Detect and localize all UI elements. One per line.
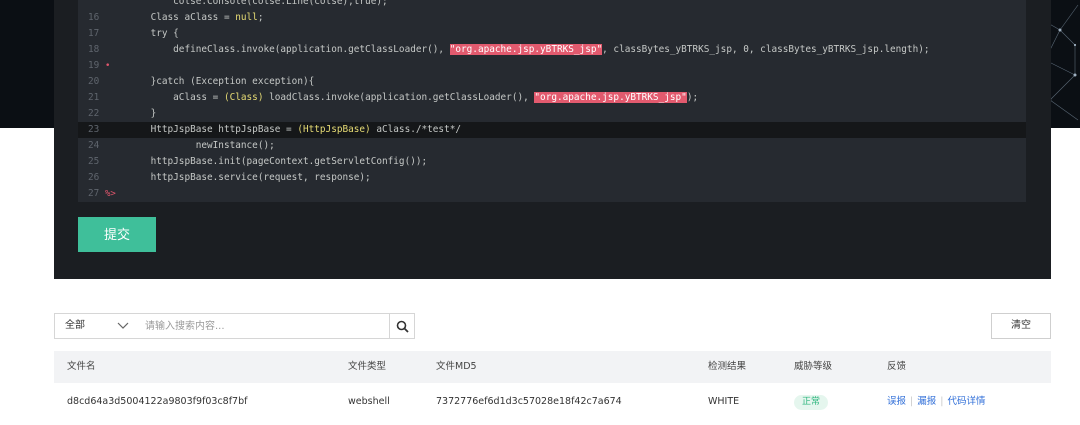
code-token: (Class)	[223, 92, 264, 103]
submit-button[interactable]: 提交	[78, 217, 156, 252]
string-highlight: "org.apache.jsp.yBTRKS_jsp"	[534, 92, 687, 103]
code-token: ;	[257, 12, 264, 23]
code-token: );	[686, 92, 699, 103]
code-line[interactable]: 25 httpJspBase.init(pageContext.getServl…	[78, 154, 1026, 170]
code-text: httpJspBase.service(request, response);	[128, 170, 371, 186]
column-threat-level: 威胁等级	[794, 361, 833, 372]
table-row: d8cd64a3d5004122a9803f9f03c8f7bf webshel…	[54, 386, 1051, 418]
code-editor[interactable]: colse.Console(colse.Line(colse),true); 16…	[78, 0, 1026, 202]
type-select[interactable]: 全部	[55, 314, 135, 338]
code-token: colse.Console(colse.Line(colse),true);	[128, 0, 388, 7]
type-select-value: 全部	[65, 320, 85, 331]
search-button[interactable]	[389, 314, 414, 338]
code-line[interactable]: 16 Class aClass = null;	[78, 10, 1026, 26]
line-number: 26	[88, 172, 100, 183]
column-feedback: 反馈	[887, 361, 907, 372]
code-text: httpJspBase.init(pageContext.getServletC…	[128, 154, 428, 170]
line-number: 23	[88, 124, 100, 135]
false-positive-link[interactable]: 误报	[887, 396, 906, 407]
line-number: 24	[88, 140, 100, 151]
code-line[interactable]: 27 %>	[78, 186, 1026, 202]
code-line[interactable]: 19 •	[78, 58, 1026, 74]
code-token: aClass =	[128, 92, 224, 103]
code-token: httpJspBase.init(pageContext.getServletC…	[128, 156, 428, 167]
line-number: 16	[88, 12, 100, 23]
line-number: 22	[88, 108, 100, 119]
code-token: HttpJspBase httpJspBase =	[128, 124, 298, 135]
code-text: try {	[128, 26, 179, 42]
code-text: defineClass.invoke(application.getClassL…	[128, 42, 930, 58]
code-line[interactable]: 17 try {	[78, 26, 1026, 42]
search-icon	[396, 320, 409, 333]
code-line[interactable]: 21 aClass = (Class) loadClass.invoke(app…	[78, 90, 1026, 106]
line-number: 25	[88, 156, 100, 167]
cell-file-type: webshell	[348, 396, 390, 407]
code-token: Class aClass =	[128, 12, 236, 23]
line-marker: %>	[105, 189, 116, 199]
code-token: newInstance();	[128, 140, 275, 151]
code-line[interactable]: 23 HttpJspBase httpJspBase = (HttpJspBas…	[78, 122, 1026, 138]
editor-panel: colse.Console(colse.Line(colse),true); 16…	[54, 0, 1051, 279]
code-token: , classBytes_yBTRKS_jsp, 0, classBytes_y…	[602, 44, 930, 55]
code-line[interactable]: 18 defineClass.invoke(application.getCla…	[78, 42, 1026, 58]
code-line[interactable]: 24 newInstance();	[78, 138, 1026, 154]
line-number: 21	[88, 92, 100, 103]
status-badge: 正常	[794, 395, 829, 410]
code-line[interactable]: 26 httpJspBase.service(request, response…	[78, 170, 1026, 186]
code-text: HttpJspBase httpJspBase = (HttpJspBase) …	[128, 122, 461, 138]
code-token: }catch (Exception exception){	[128, 76, 315, 87]
divider: |	[910, 396, 914, 407]
code-text: aClass = (Class) loadClass.invoke(applic…	[128, 90, 698, 106]
line-marker: •	[105, 61, 111, 71]
line-number: 19	[88, 60, 100, 71]
column-file-type: 文件类型	[348, 361, 387, 372]
code-text: newInstance();	[128, 138, 275, 154]
code-line[interactable]: colse.Console(colse.Line(colse),true);	[78, 0, 1026, 10]
code-token: defineClass.invoke(application.getClassL…	[128, 44, 450, 55]
code-token: }	[128, 108, 157, 119]
column-file-name: 文件名	[67, 361, 96, 372]
table-header: 文件名 文件类型 文件MD5 检测结果 威胁等级 反馈	[54, 351, 1051, 383]
line-number: 17	[88, 28, 100, 39]
cell-file-name: d8cd64a3d5004122a9803f9f03c8f7bf	[67, 396, 248, 407]
search-bar: 全部	[54, 313, 415, 339]
cell-feedback: 误报 | 漏报 | 代码详情	[887, 386, 985, 418]
code-text: Class aClass = null;	[128, 10, 264, 26]
code-text: }catch (Exception exception){	[128, 74, 315, 90]
code-text: }	[128, 106, 157, 122]
string-highlight: "org.apache.jsp.yBTRKS_jsp"	[449, 44, 603, 55]
code-token: aClass./*test*/	[370, 124, 462, 135]
line-number: 18	[88, 44, 100, 55]
code-token: try {	[128, 28, 179, 39]
column-file-md5: 文件MD5	[436, 361, 477, 372]
column-detection-result: 检测结果	[708, 361, 747, 372]
code-text: colse.Console(colse.Line(colse),true);	[128, 0, 388, 10]
code-token: null	[235, 12, 258, 23]
code-token: (HttpJspBase)	[297, 124, 371, 135]
code-line[interactable]: 22 }	[78, 106, 1026, 122]
clear-button[interactable]: 清空	[991, 313, 1051, 339]
code-details-link[interactable]: 代码详情	[947, 396, 985, 407]
cell-detection-result: WHITE	[708, 396, 740, 407]
search-input[interactable]	[137, 314, 389, 338]
divider: |	[940, 396, 944, 407]
cell-file-md5: 7372776ef6d1d3c57028e18f42c7a674	[436, 396, 622, 407]
false-negative-link[interactable]: 漏报	[917, 396, 936, 407]
chevron-down-icon	[117, 322, 129, 329]
line-number: 20	[88, 76, 100, 87]
code-token: loadClass.invoke(application.getClassLoa…	[263, 92, 535, 103]
code-token: httpJspBase.service(request, response);	[128, 172, 371, 183]
code-line[interactable]: 20 }catch (Exception exception){	[78, 74, 1026, 90]
